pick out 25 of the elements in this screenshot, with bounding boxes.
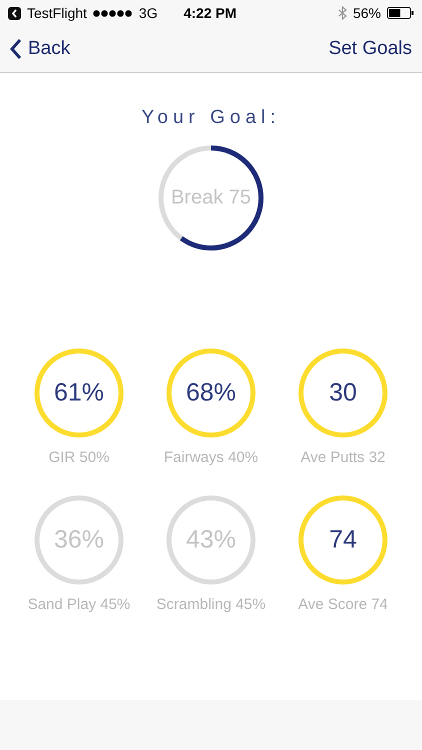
stat-label: Ave Score 74 bbox=[298, 596, 388, 613]
stat-label: Fairways 40% bbox=[164, 449, 258, 466]
goal-title: Your Goal: bbox=[141, 107, 281, 129]
battery-percent: 56% bbox=[352, 5, 381, 21]
stat-label: Ave Putts 32 bbox=[300, 449, 386, 466]
clock: 4:22 PM bbox=[184, 5, 237, 21]
stat-value: 30 bbox=[328, 378, 358, 408]
stat-value: 68% bbox=[184, 378, 238, 408]
stat-value: 36% bbox=[52, 526, 106, 554]
back-button[interactable]: Back bbox=[10, 38, 70, 60]
goal-value: Break 75 bbox=[170, 186, 252, 210]
stat-label: GIR 50% bbox=[48, 449, 110, 466]
stat-value: 43% bbox=[184, 526, 238, 554]
network-type: 3G bbox=[138, 5, 158, 21]
chevron-left-icon bbox=[10, 38, 22, 60]
stat-label: Scrambling 45% bbox=[156, 596, 266, 613]
stat-value: 74 bbox=[328, 526, 358, 554]
bluetooth-icon bbox=[338, 6, 347, 20]
stat-value: 61% bbox=[52, 378, 106, 408]
stat-label: Sand Play 45% bbox=[28, 596, 130, 613]
app-name: TestFlight bbox=[27, 5, 87, 21]
set-goals-button[interactable]: Set Goals bbox=[328, 38, 412, 60]
back-to-app-icon[interactable] bbox=[8, 6, 21, 20]
signal-icon bbox=[92, 10, 133, 16]
battery-icon bbox=[387, 7, 414, 19]
